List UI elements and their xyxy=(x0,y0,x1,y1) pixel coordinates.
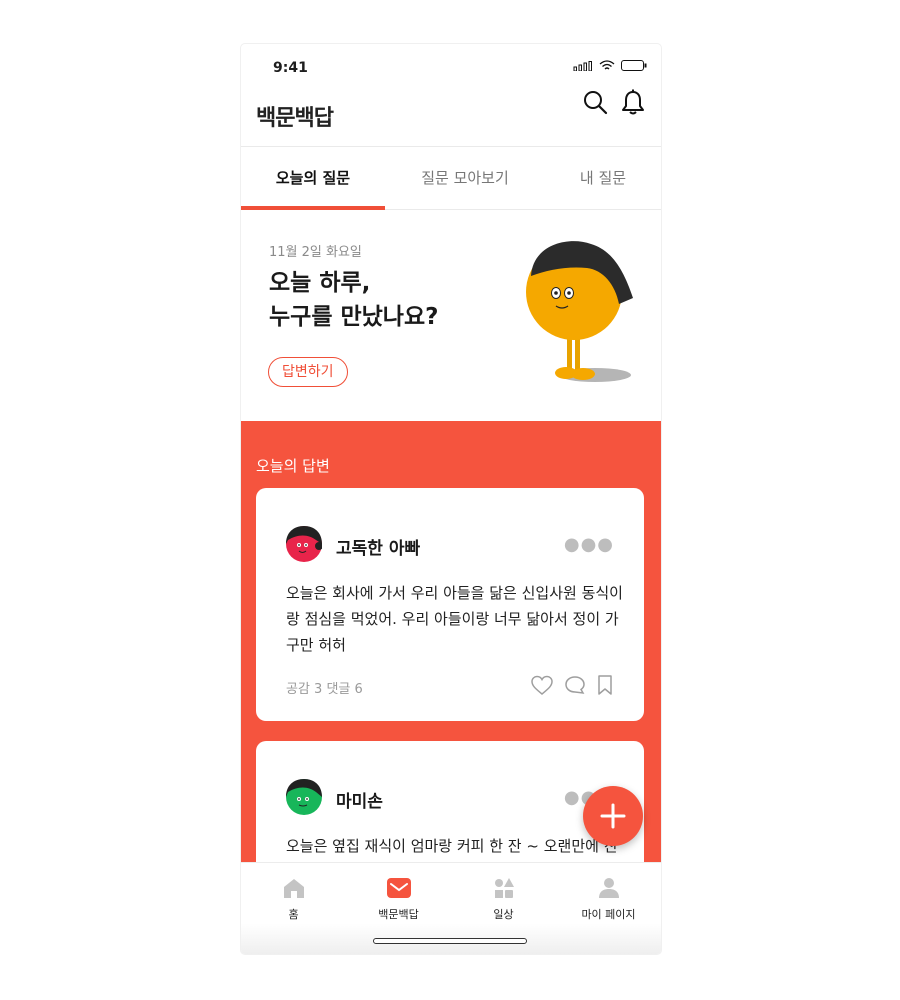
search-icon[interactable] xyxy=(581,88,609,116)
bell-icon[interactable] xyxy=(619,88,647,116)
author-name: 고독한 아빠 xyxy=(336,539,421,559)
nav-baekmun[interactable]: 백문백답 xyxy=(346,877,451,922)
question-line-2: 누구를 만났나요? xyxy=(269,304,439,330)
nav-my-page-label: 마이 페이지 xyxy=(581,908,636,921)
signal-icon xyxy=(573,60,592,71)
question-title: 오늘 하루, 누구를 만났나요? xyxy=(269,266,438,334)
nav-daily-label: 일상 xyxy=(493,908,514,921)
character-illustration xyxy=(526,241,633,382)
answer-card[interactable]: 고독한 아빠 ●●● 오늘은 회사에 가서 우리 아들을 닮은 신입사원 동식이… xyxy=(256,488,644,721)
answer-text: 오늘은 회사에 가서 우리 아들을 닮은 신입사원 동식이랑 점심을 먹었어. … xyxy=(286,584,623,654)
status-icons xyxy=(573,60,647,71)
status-time: 9:41 xyxy=(273,60,308,76)
avatar xyxy=(286,779,322,815)
shapes-icon xyxy=(494,878,514,898)
author-name: 마미손 xyxy=(336,792,383,812)
battery-icon xyxy=(621,60,647,71)
add-answer-button[interactable] xyxy=(583,786,643,846)
nav-my-page[interactable]: 마이 페이지 xyxy=(556,877,661,922)
card-actions xyxy=(530,674,614,696)
question-date: 11월 2일 화요일 xyxy=(269,245,362,260)
tab-todays-question[interactable]: 오늘의 질문 xyxy=(241,147,385,209)
avatar xyxy=(286,526,322,562)
plus-icon xyxy=(600,803,626,829)
bookmark-icon[interactable] xyxy=(596,674,614,696)
app-logo: 백문백답 xyxy=(256,105,334,131)
home-indicator xyxy=(373,938,527,944)
question-line-1: 오늘 하루, xyxy=(269,270,371,296)
comment-icon[interactable] xyxy=(564,674,586,696)
mail-icon xyxy=(386,878,411,898)
answer-button[interactable]: 답변하기 xyxy=(268,357,348,387)
answers-section-title: 오늘의 답변 xyxy=(256,457,330,475)
tab-question-collection[interactable]: 질문 모아보기 xyxy=(385,147,545,209)
nav-daily[interactable]: 일상 xyxy=(451,877,556,922)
phone-screen: 9:41 백문백답 오늘의 질문 질문 모아보기 내 질문 11월 2일 화요일… xyxy=(241,44,661,954)
person-icon xyxy=(598,878,619,898)
tab-bar: 오늘의 질문 질문 모아보기 내 질문 xyxy=(241,146,661,210)
tab-my-questions[interactable]: 내 질문 xyxy=(545,147,661,209)
nav-home[interactable]: 홈 xyxy=(241,877,346,922)
heart-icon[interactable] xyxy=(530,674,554,696)
home-icon xyxy=(283,879,304,898)
nav-home-label: 홈 xyxy=(288,908,299,921)
answer-stats: 공감 3 댓글 6 xyxy=(286,682,363,697)
nav-baekmun-label: 백문백답 xyxy=(378,908,419,921)
active-tab-indicator xyxy=(241,206,385,210)
wifi-icon xyxy=(599,60,615,70)
more-options-icon[interactable]: ●●● xyxy=(564,534,614,555)
